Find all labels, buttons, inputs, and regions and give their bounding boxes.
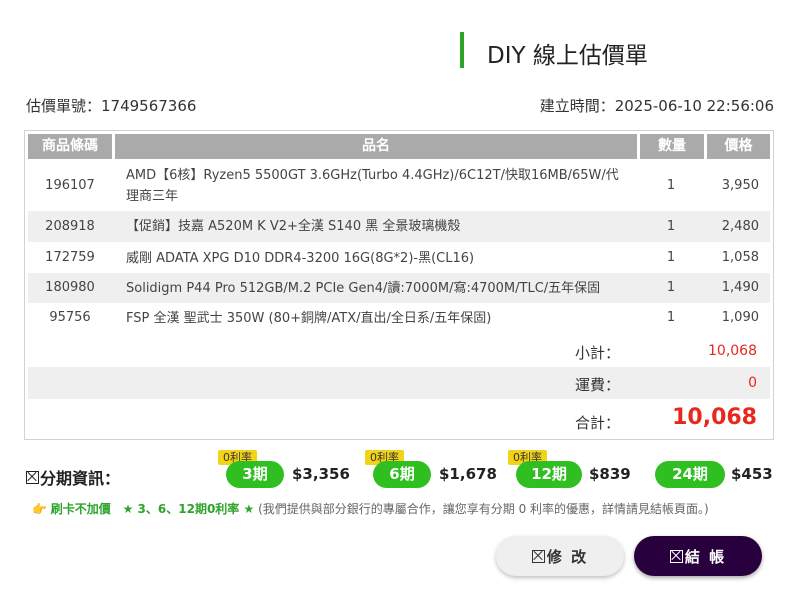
header-price: 價格	[707, 134, 770, 159]
installment-amount-24: $453	[731, 465, 773, 483]
row-name: AMD【6核】Ryzen5 5500GT 3.6GHz(Turbo 4.4GHz…	[126, 168, 619, 204]
row-code: 172759	[45, 250, 95, 265]
missing-glyph-icon	[669, 549, 683, 563]
installment-period-12[interactable]: 12期	[516, 461, 582, 488]
shipping-label: 運費：	[574, 376, 620, 394]
table-header: 商品條碼 品名 數量 價格	[28, 134, 770, 159]
row-code: 196107	[45, 178, 95, 193]
row-qty: 1	[666, 178, 676, 193]
row-code: 180980	[45, 280, 95, 295]
row-price: 3,950	[721, 178, 759, 193]
subtotal-value: 10,068	[708, 343, 757, 359]
title-accent-bar	[460, 32, 464, 68]
row-price: 1,058	[721, 250, 759, 265]
checkout-button[interactable]: 結 帳	[634, 536, 762, 576]
total-label: 合計：	[574, 414, 620, 432]
shipping-row: 運費： 0	[28, 367, 770, 399]
row-price: 2,480	[721, 219, 759, 234]
row-qty: 1	[666, 250, 676, 265]
promo-line: 👉 刷卡不加價 ★ 3、6、12期0利率 ★ (我們提供與部分銀行的專屬合作，讓…	[32, 500, 709, 517]
shipping-value: 0	[748, 375, 757, 391]
total-row: 合計： 10,068	[28, 399, 770, 437]
row-name: 威剛 ADATA XPG D10 DDR4-3200 16G(8G*2)-黑(C…	[126, 251, 475, 266]
row-price: 1,090	[721, 310, 759, 325]
row-qty: 1	[666, 219, 676, 234]
total-value: 10,068	[672, 405, 757, 430]
row-name: 【促銷】技嘉 A520M K V2+全漢 S140 黑 全景玻璃機殼	[126, 219, 461, 234]
row-name: FSP 全漢 聖武士 350W (80+銅牌/ATX/直出/全日系/五年保固)	[126, 311, 492, 326]
row-code: 208918	[45, 219, 95, 234]
zero-rate-text: ★ 3、6、12期0利率 ★	[122, 502, 255, 516]
table-row: 172759 威剛 ADATA XPG D10 DDR4-3200 16G(8G…	[28, 242, 770, 273]
table-row: 180980 Solidigm P44 Pro 512GB/M.2 PCIe G…	[28, 273, 770, 303]
table-row: 196107 AMD【6核】Ryzen5 5500GT 3.6GHz(Turbo…	[28, 161, 770, 211]
row-qty: 1	[666, 310, 676, 325]
row-name: Solidigm P44 Pro 512GB/M.2 PCIe Gen4/讀:7…	[126, 281, 601, 296]
installment-period-3[interactable]: 3期	[226, 461, 284, 488]
header-code: 商品條碼	[28, 134, 112, 159]
header-qty: 數量	[640, 134, 704, 159]
missing-glyph-icon	[26, 470, 39, 484]
row-code: 95756	[49, 310, 91, 325]
quote-number: 估價單號：1749567366	[26, 97, 197, 115]
installment-amount-12: $839	[589, 465, 631, 483]
no-surcharge-text: 刷卡不加價	[50, 502, 111, 516]
installment-period-24[interactable]: 24期	[655, 461, 725, 488]
header-name: 品名	[115, 134, 637, 159]
subtotal-label: 小計：	[574, 344, 620, 362]
missing-glyph-icon	[531, 549, 545, 563]
pointing-hand-icon: 👉	[32, 502, 47, 516]
promo-note: (我們提供與部分銀行的專屬合作，讓您享有分期 0 利率的優惠，詳情請見結帳頁面。…	[258, 502, 709, 516]
checkout-button-label: 結 帳	[684, 547, 727, 566]
subtotal-row: 小計： 10,068	[28, 334, 770, 367]
table-row: 95756 FSP 全漢 聖武士 350W (80+銅牌/ATX/直出/全日系/…	[28, 303, 770, 333]
quote-table: 商品條碼 品名 數量 價格 196107 AMD【6核】Ryzen5 5500G…	[24, 130, 774, 440]
installment-title-text: 分期資訊：	[40, 469, 121, 488]
page-title: DIY 線上估價單	[487, 43, 648, 69]
installment-amount-6: $1,678	[439, 465, 497, 483]
row-price: 1,490	[721, 280, 759, 295]
table-row: 208918 【促銷】技嘉 A520M K V2+全漢 S140 黑 全景玻璃機…	[28, 211, 770, 242]
installment-period-6[interactable]: 6期	[373, 461, 431, 488]
installment-title: 分期資訊：	[26, 465, 120, 489]
edit-button[interactable]: 修 改	[496, 536, 624, 576]
installment-amount-3: $3,356	[292, 465, 350, 483]
row-qty: 1	[666, 280, 676, 295]
edit-button-label: 修 改	[546, 547, 589, 566]
created-time: 建立時間：2025-06-10 22:56:06	[539, 97, 774, 115]
